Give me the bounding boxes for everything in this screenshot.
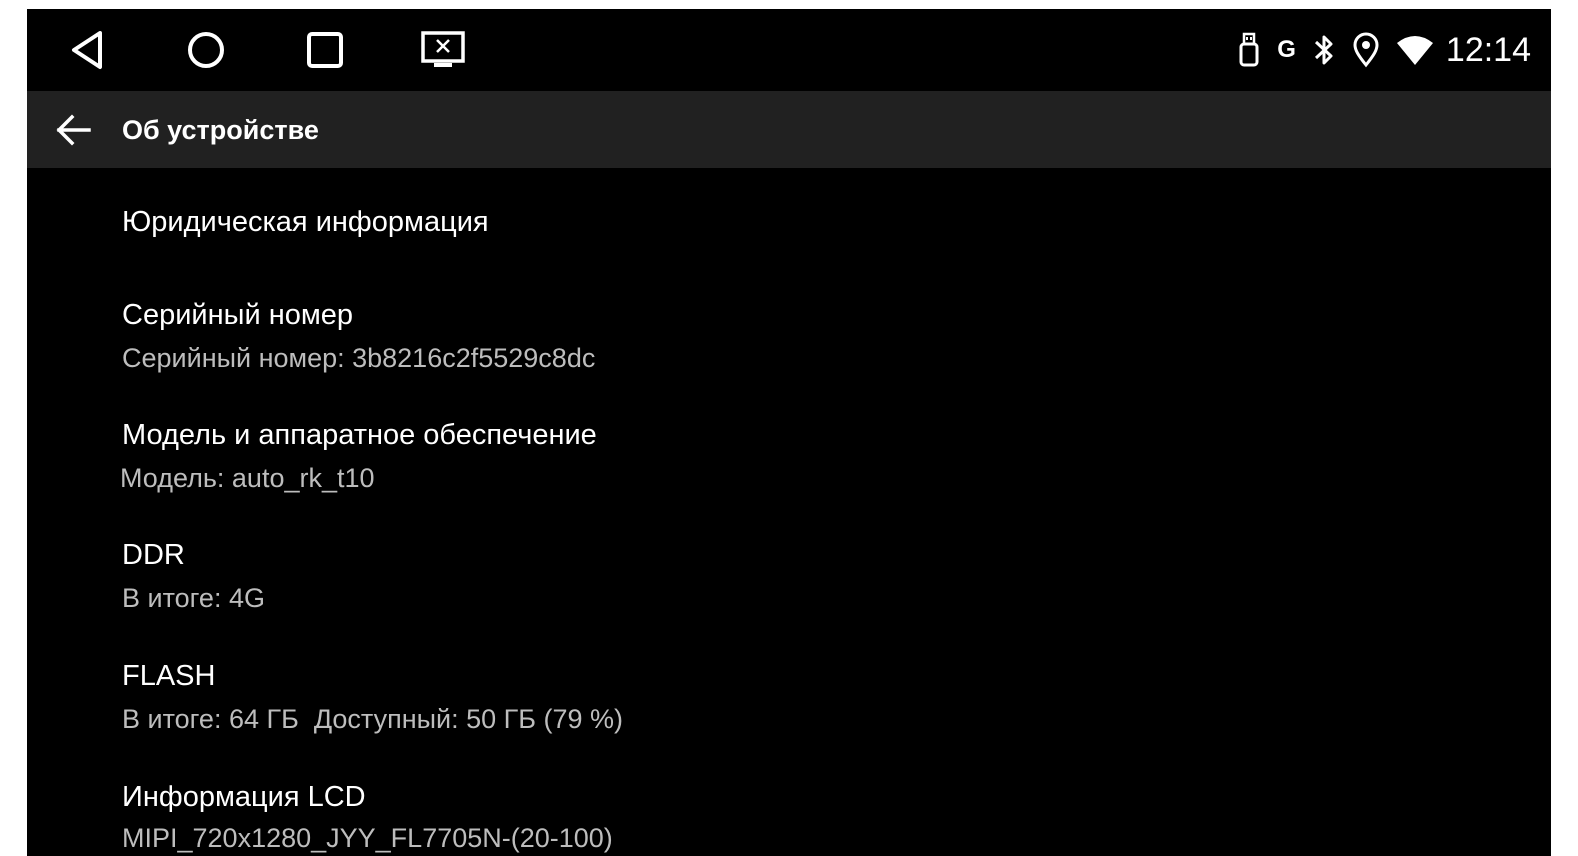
bluetooth-icon [1312,32,1336,68]
google-g-icon: G [1277,36,1296,63]
device-screen: G 12:14 Об устройстве Юридическая информ… [27,9,1551,856]
pref-title: Информация LCD [122,781,366,813]
pref-lcd-info[interactable]: Информация LCD MIPI_720x1280_JYY_FL7705N… [27,760,1551,856]
pref-title: DDR [122,539,185,571]
recents-nav-icon[interactable] [300,25,350,75]
pref-title: Серийный номер [122,299,354,331]
status-clock: 12:14 [1445,31,1531,69]
app-bar: Об устройстве [27,91,1551,168]
screenshot-icon[interactable] [418,25,468,75]
pref-title: FLASH [122,660,216,692]
pref-serial-number[interactable]: Серийный номер Серийный номер: 3b8216c2f… [27,280,1551,400]
pref-flash[interactable]: FLASH В итоге: 64 ГБ Доступный: 50 ГБ (7… [27,640,1551,760]
pref-summary: В итоге: 4G [122,583,265,613]
status-icons: G 12:14 [1237,27,1531,73]
pref-title: Юридическая информация [122,206,489,238]
usb-icon [1237,32,1261,68]
pref-summary: MIPI_720x1280_JYY_FL7705N-(20-100) [122,823,613,853]
home-nav-icon[interactable] [181,25,231,75]
wifi-icon [1396,34,1434,66]
pref-summary: Модель: auto_rk_t10 [120,463,375,493]
pref-legal-info[interactable]: Юридическая информация [27,168,1551,280]
pref-title: Модель и аппаратное обеспечение [122,419,597,451]
location-pin-icon [1352,32,1380,68]
back-nav-icon[interactable] [62,25,112,75]
status-bar: G 12:14 [27,9,1551,91]
pref-summary: В итоге: 64 ГБ Доступный: 50 ГБ (79 %) [122,704,624,734]
back-arrow-icon[interactable] [53,110,93,150]
pref-ddr[interactable]: DDR В итоге: 4G [27,520,1551,640]
pref-model-hardware[interactable]: Модель и аппаратное обеспечение Модель: … [27,400,1551,520]
pref-summary: Серийный номер: 3b8216c2f5529c8dc [122,343,596,373]
page-title: Об устройстве [122,115,319,145]
